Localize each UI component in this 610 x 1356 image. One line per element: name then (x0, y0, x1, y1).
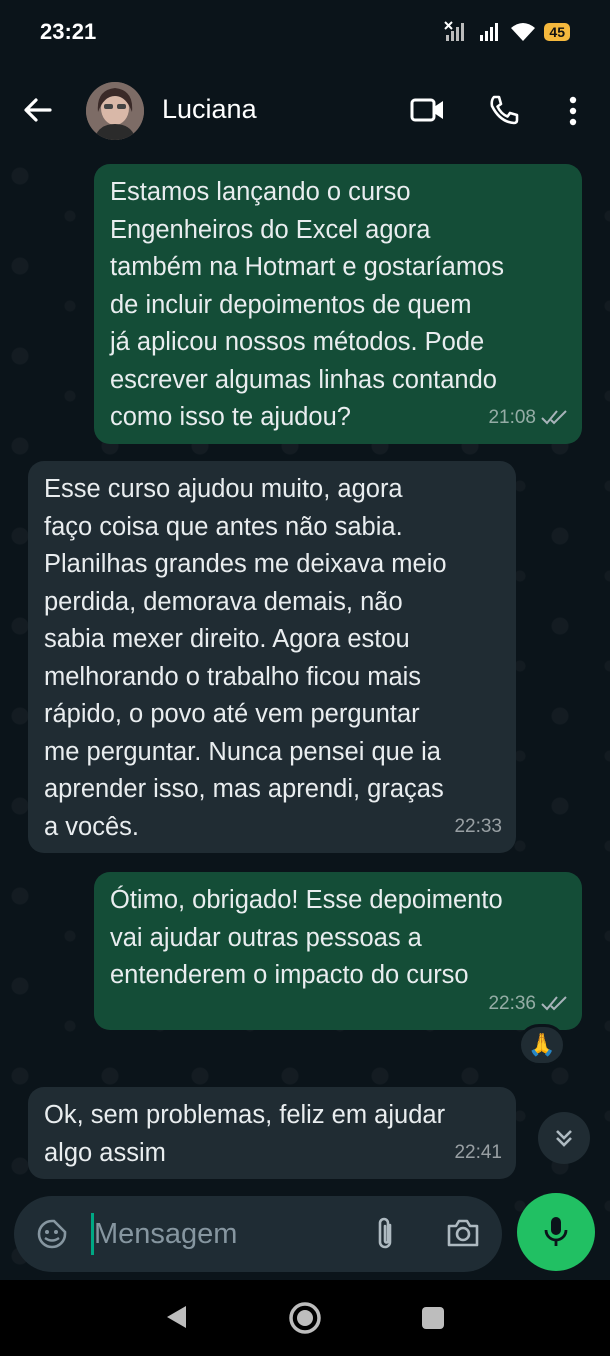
message-text: Ok, sem problemas, feliz em ajudar algo … (44, 1101, 446, 1167)
chat-header: Luciana (0, 64, 610, 156)
signal-off-icon (444, 21, 465, 41)
message-meta: 22:33 (454, 808, 502, 846)
message-time: 22:36 (488, 992, 536, 1014)
double-chevron-down-icon (556, 1130, 572, 1147)
pray-emoji-icon: 🙏 (528, 1032, 556, 1057)
contact-name[interactable]: Luciana (162, 94, 257, 125)
message-text: Ótimo, obrigado! Esse depoimento vai aju… (110, 886, 503, 989)
double-check-icon (541, 996, 567, 1011)
status-bar: 23:21 45 (0, 0, 610, 64)
message-meta: 21:08 (488, 399, 568, 437)
more-options-icon[interactable] (568, 96, 578, 126)
message-meta: 22:41 (454, 1134, 502, 1172)
avatar[interactable] (86, 82, 144, 140)
message-time: 21:08 (488, 406, 536, 428)
status-icons: 45 (444, 21, 570, 43)
message-meta: 22:36 (488, 985, 568, 1023)
nav-recents-icon[interactable] (422, 1307, 444, 1329)
microphone-icon (544, 1217, 568, 1246)
message-input[interactable] (94, 1210, 364, 1258)
message-composer (14, 1196, 502, 1272)
nav-home-icon[interactable] (288, 1301, 322, 1335)
scroll-to-bottom-button[interactable] (538, 1112, 590, 1164)
message-text: Esse curso ajudou muito, agora faço cois… (44, 475, 447, 841)
voice-message-button[interactable] (517, 1193, 595, 1271)
battery-level: 45 (544, 23, 570, 41)
message-bubble-incoming[interactable]: Ok, sem problemas, feliz em ajudar algo … (28, 1087, 516, 1179)
camera-icon[interactable] (446, 1218, 480, 1248)
reaction-badge[interactable]: 🙏 (518, 1024, 566, 1066)
double-check-icon (541, 410, 567, 425)
message-bubble-outgoing[interactable]: Estamos lançando o curso Engenheiros do … (94, 164, 582, 444)
chat-area[interactable]: Estamos lançando o curso Engenheiros do … (0, 156, 610, 1280)
message-bubble-incoming[interactable]: Esse curso ajudou muito, agora faço cois… (28, 461, 516, 853)
message-text: Estamos lançando o curso Engenheiros do … (110, 178, 504, 431)
status-time: 23:21 (40, 19, 97, 44)
message-time: 22:33 (454, 815, 502, 837)
phone-call-icon[interactable] (488, 94, 520, 126)
message-bubble-outgoing[interactable]: Ótimo, obrigado! Esse depoimento vai aju… (94, 872, 582, 1030)
back-arrow-icon[interactable] (22, 94, 54, 126)
nav-back-icon[interactable] (164, 1304, 188, 1330)
sticker-emoji-icon[interactable] (36, 1218, 68, 1250)
paperclip-icon[interactable] (374, 1216, 396, 1252)
video-call-icon[interactable] (410, 96, 446, 124)
message-time: 22:41 (454, 1141, 502, 1163)
signal-icon (480, 23, 499, 41)
wifi-icon (511, 23, 536, 41)
system-navigation-bar (0, 1280, 610, 1356)
